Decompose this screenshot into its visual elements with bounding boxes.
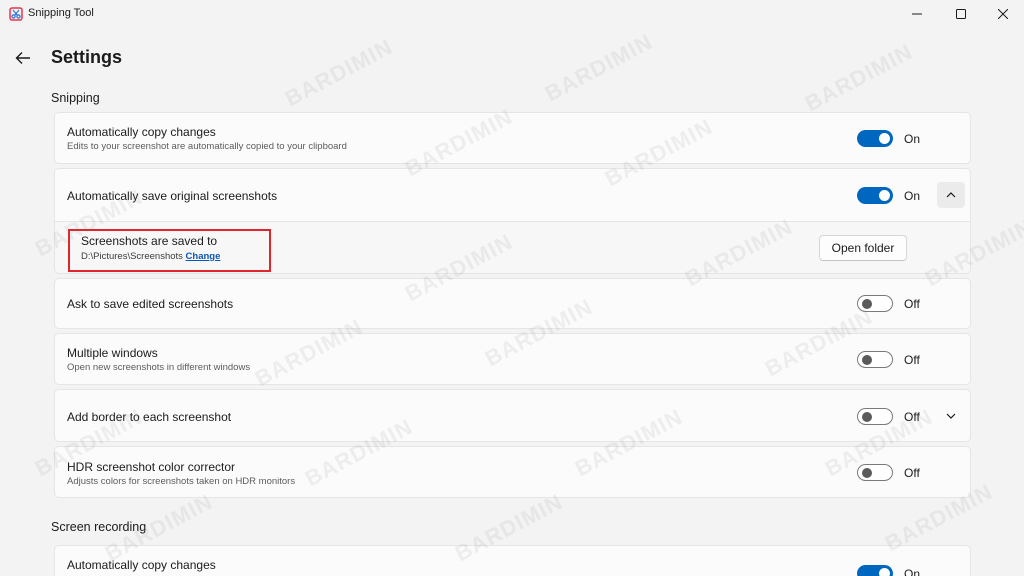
auto-save-toggle[interactable]	[857, 187, 893, 204]
setting-description: Adjusts colors for screenshots taken on …	[67, 476, 296, 487]
chevron-up-icon	[946, 192, 956, 198]
chevron-down-icon	[946, 413, 956, 419]
arrow-left-icon	[15, 52, 30, 64]
change-location-link[interactable]: Change	[186, 251, 221, 262]
expand-button[interactable]	[937, 403, 965, 429]
multiple-windows-toggle[interactable]	[857, 351, 893, 368]
setting-recording-auto-copy: Automatically copy changes On	[54, 545, 971, 576]
page-title: Settings	[51, 47, 123, 67]
minimize-icon	[912, 13, 922, 15]
toggle-state-label: On	[904, 189, 921, 203]
toggle-state-label: Off	[904, 466, 920, 480]
setting-ask-to-save: Ask to save edited screenshots Off	[54, 278, 971, 329]
app-title: Snipping Tool	[28, 7, 94, 19]
hdr-corrector-toggle[interactable]	[857, 464, 893, 481]
toggle-knob	[862, 467, 872, 478]
setting-auto-save[interactable]: Automatically save original screenshots …	[54, 168, 971, 222]
snipping-tool-icon	[9, 7, 23, 21]
toggle-knob	[879, 133, 890, 144]
section-label-screen-recording: Screen recording	[51, 520, 147, 534]
toggle-knob	[879, 190, 890, 201]
setting-title: Multiple windows	[67, 346, 158, 360]
setting-description: Edits to your screenshot are automatical…	[67, 141, 347, 152]
ask-to-save-toggle[interactable]	[857, 295, 893, 312]
toggle-knob	[862, 411, 872, 422]
close-icon	[998, 9, 1008, 19]
toggle-knob	[862, 354, 872, 365]
collapse-button[interactable]	[937, 182, 965, 208]
setting-title: HDR screenshot color corrector	[67, 460, 236, 474]
toggle-knob	[862, 298, 872, 309]
watermark: BARDIMIN	[280, 33, 397, 112]
save-location-title: Screenshots are saved to	[81, 234, 218, 248]
setting-title: Automatically copy changes	[67, 558, 216, 572]
save-path-text: D:\Pictures\Screenshots	[81, 251, 183, 262]
toggle-state-label: On	[904, 567, 921, 576]
setting-title: Ask to save edited screenshots	[67, 297, 234, 311]
add-border-toggle[interactable]	[857, 408, 893, 425]
setting-hdr-corrector: HDR screenshot color corrector Adjusts c…	[54, 446, 971, 498]
setting-auto-copy: Automatically copy changes Edits to your…	[54, 112, 971, 164]
setting-title: Automatically save original screenshots	[67, 189, 278, 203]
section-label-snipping: Snipping	[51, 91, 100, 105]
toggle-knob	[879, 568, 890, 576]
watermark: BARDIMIN	[540, 28, 657, 107]
watermark: BARDIMIN	[800, 38, 917, 117]
toggle-state-label: On	[904, 132, 921, 146]
toggle-state-label: Off	[904, 297, 920, 311]
auto-copy-toggle[interactable]	[857, 130, 893, 147]
maximize-button[interactable]	[938, 0, 984, 28]
title-bar: Snipping Tool	[0, 0, 1024, 28]
back-button[interactable]	[10, 46, 36, 70]
minimize-button[interactable]	[894, 0, 940, 28]
save-location-panel: Screenshots are saved to D:\Pictures\Scr…	[54, 222, 971, 274]
setting-title: Automatically copy changes	[67, 125, 216, 139]
setting-multiple-windows: Multiple windows Open new screenshots in…	[54, 333, 971, 385]
toggle-state-label: Off	[904, 353, 920, 367]
setting-title: Add border to each screenshot	[67, 410, 232, 424]
open-folder-button[interactable]: Open folder	[819, 235, 907, 261]
maximize-icon	[956, 9, 966, 19]
recording-auto-copy-toggle[interactable]	[857, 565, 893, 576]
toggle-state-label: Off	[904, 410, 920, 424]
save-location-path: D:\Pictures\Screenshots Change	[81, 251, 220, 262]
setting-description: Open new screenshots in different window…	[67, 362, 251, 373]
setting-add-border[interactable]: Add border to each screenshot Off	[54, 389, 971, 442]
close-button[interactable]	[980, 0, 1024, 28]
